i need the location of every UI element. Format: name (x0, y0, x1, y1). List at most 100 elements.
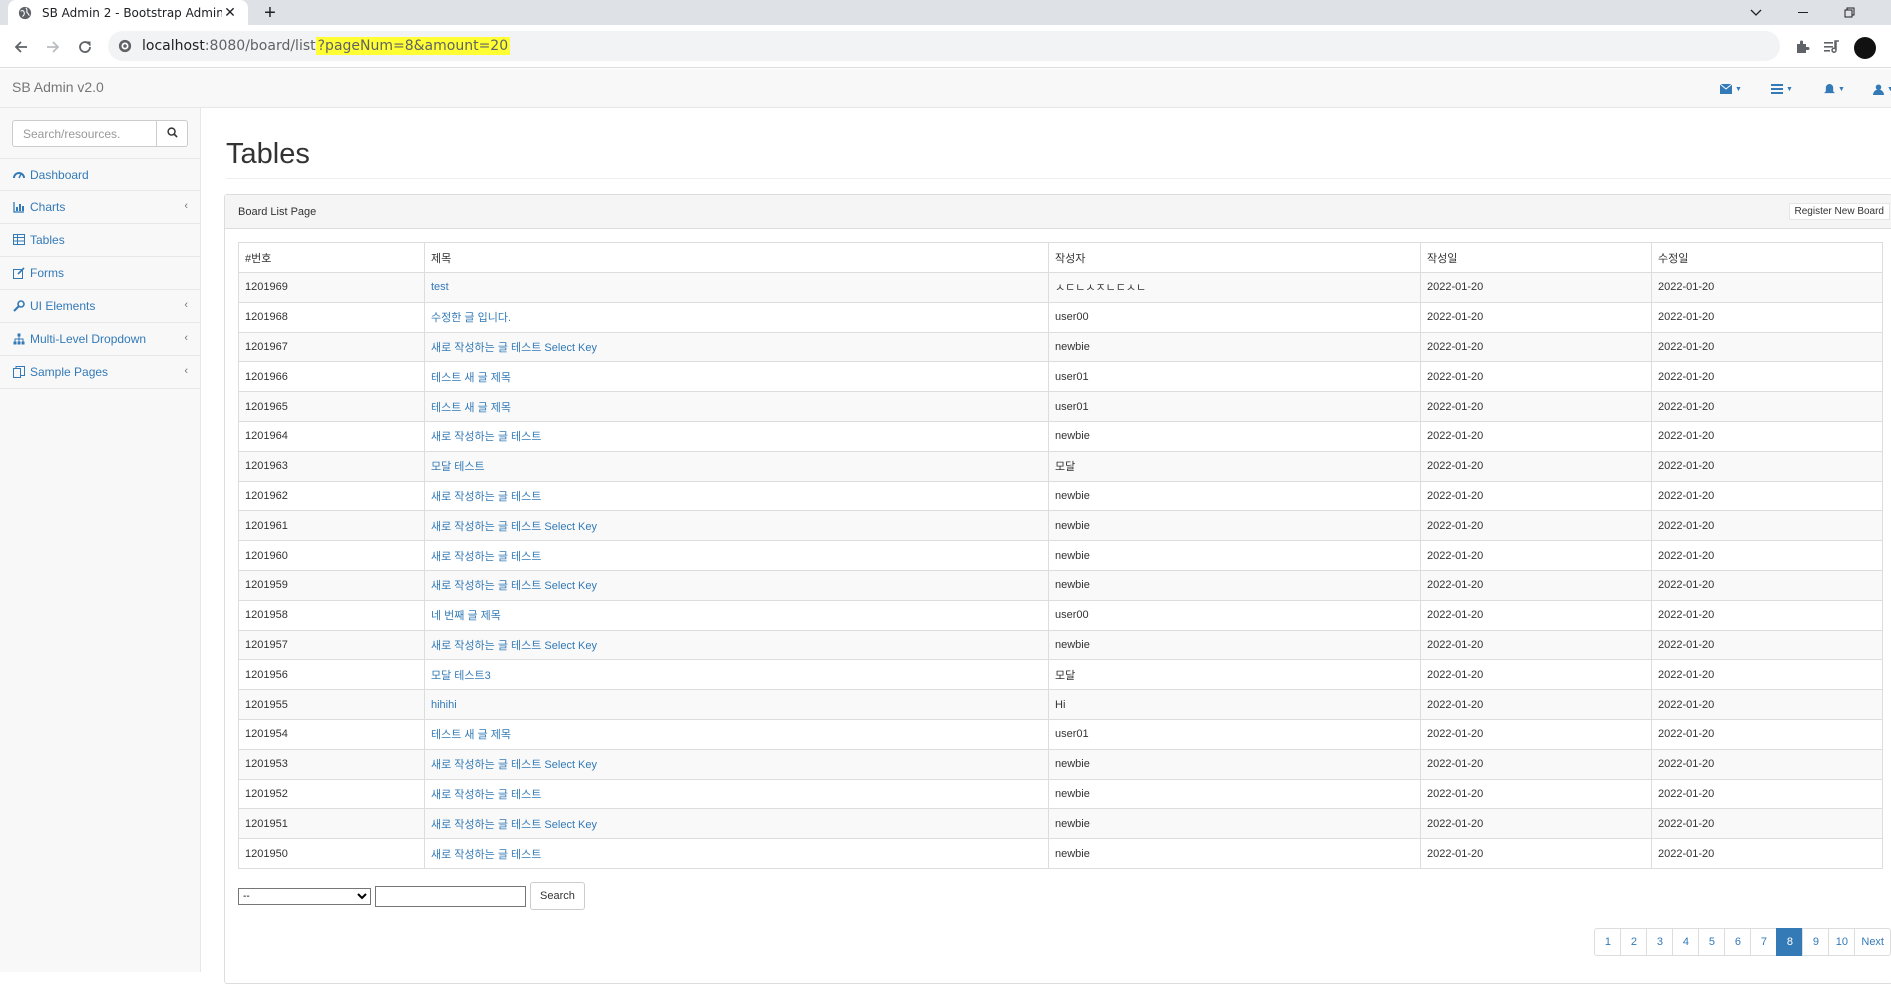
back-icon[interactable] (8, 34, 34, 60)
forward-icon[interactable] (40, 34, 66, 60)
sidebar-item-label: Sample Pages (30, 365, 109, 379)
board-title-link[interactable]: 새로 작성하는 글 테스트 (431, 491, 541, 503)
cell-title: 새로 작성하는 글 테스트 Select Key (424, 331, 1049, 363)
page-link-9[interactable]: 9 (1802, 928, 1830, 956)
cell-regdate: 2022-01-20 (1420, 540, 1652, 571)
cell-title: 새로 작성하는 글 테스트 (424, 480, 1049, 512)
url-host: localhost (142, 38, 205, 54)
search-button[interactable]: Search (530, 882, 585, 910)
board-title-link[interactable]: 새로 작성하는 글 테스트 (431, 789, 541, 801)
cell-title: 새로 작성하는 글 테스트 Select Key (424, 510, 1049, 542)
page-link-5[interactable]: 5 (1698, 928, 1726, 956)
board-title-link[interactable]: 네 번째 글 제목 (431, 610, 501, 622)
alerts-dropdown[interactable]: ▼ (1824, 81, 1845, 97)
cell-regdate: 2022-01-20 (1420, 331, 1652, 363)
navbar-brand[interactable]: SB Admin v2.0 (12, 79, 104, 95)
page-link-10[interactable]: 10 (1828, 928, 1856, 956)
cell-writer: newbie (1048, 540, 1421, 571)
register-new-board-button[interactable]: Register New Board (1788, 203, 1890, 220)
search-keyword-input[interactable] (375, 885, 526, 907)
sidebar-search-button[interactable] (157, 120, 188, 147)
sidebar-item-tables[interactable]: Tables (0, 224, 200, 257)
page-link-7[interactable]: 7 (1750, 928, 1778, 956)
tab-search-chevron-icon[interactable] (1733, 0, 1779, 25)
board-title-link[interactable]: 테스트 새 글 제목 (431, 372, 511, 384)
reload-icon[interactable] (72, 34, 98, 60)
board-title-link[interactable]: 새로 작성하는 글 테스트 Select Key (431, 580, 597, 592)
url-path: :8080/board/list (204, 38, 316, 54)
sidebar-item-multi-level-dropdown[interactable]: Multi-Level Dropdown ‹ (0, 323, 200, 356)
sidebar-item-charts[interactable]: Charts ‹ (0, 191, 200, 224)
table-row: 1201958 네 번째 글 제목 user00 2022-01-20 2022-01-… (238, 599, 1883, 631)
page-next-link[interactable]: Next (1854, 928, 1891, 956)
sidebar-item-forms[interactable]: Forms (0, 257, 200, 290)
cell-updatedate: 2022-01-20 (1651, 361, 1883, 393)
table-row: 1201969 test ㅅㄷㄴㅅㅈㄴㄷㅅㄴ 2022-01-20 2022-01-20 (238, 272, 1883, 303)
table-row: 1201968 수정한 글 입니다. user00 2022-01-20 2022-01… (238, 301, 1883, 333)
board-title-link[interactable]: 새로 작성하는 글 테스트 (431, 551, 541, 563)
profile-avatar[interactable] (1854, 37, 1876, 59)
table-row: 1201957 새로 작성하는 글 테스트 Select Key newbie 202… (238, 629, 1883, 661)
board-title-link[interactable]: 새로 작성하는 글 테스트 Select Key (431, 640, 597, 652)
media-control-icon[interactable] (1822, 37, 1842, 57)
cell-bno: 1201956 (238, 659, 425, 691)
page-link-6[interactable]: 6 (1724, 928, 1752, 956)
cell-regdate: 2022-01-20 (1420, 718, 1652, 750)
cell-title: 새로 작성하는 글 테스트 (424, 420, 1049, 452)
cell-regdate: 2022-01-20 (1420, 420, 1652, 452)
cell-title: 새로 작성하는 글 테스트 Select Key (424, 748, 1049, 780)
board-title-link[interactable]: 테스트 새 글 제목 (431, 402, 511, 414)
page-link-3[interactable]: 3 (1646, 928, 1674, 956)
cell-updatedate: 2022-01-20 (1651, 629, 1883, 661)
sidebar-item-label: Dashboard (30, 167, 89, 182)
sidebar-item-dashboard[interactable]: Dashboard (0, 158, 200, 191)
cell-regdate: 2022-01-20 (1420, 748, 1652, 780)
page-link-2[interactable]: 2 (1620, 928, 1648, 956)
sidebar-item-ui-elements[interactable]: UI Elements ‹ (0, 290, 200, 323)
new-tab-icon[interactable]: + (258, 1, 282, 25)
board-title-link[interactable]: hihihi (431, 699, 457, 711)
page-link-4[interactable]: 4 (1672, 928, 1700, 956)
sidebar-search-input[interactable] (12, 120, 157, 147)
extensions-icon[interactable] (1792, 37, 1812, 57)
minimize-icon[interactable] (1781, 0, 1827, 25)
column-header-title: 제목 (424, 242, 1049, 273)
board-title-link[interactable]: 새로 작성하는 글 테스트 Select Key (431, 759, 597, 771)
cell-writer: newbie (1048, 331, 1421, 363)
board-title-link[interactable]: 모달 테스트 (431, 461, 485, 473)
board-title-link[interactable]: 새로 작성하는 글 테스트 (431, 849, 541, 861)
cell-bno: 1201969 (238, 272, 425, 303)
board-panel: Board List Page Register New Board #번호 제… (224, 194, 1891, 984)
cell-title: 새로 작성하는 글 테스트 Select Key (424, 808, 1049, 840)
page-link-1[interactable]: 1 (1594, 928, 1622, 956)
board-title-link[interactable]: 수정한 글 입니다. (431, 312, 511, 324)
board-title-link[interactable]: 모달 테스트3 (431, 670, 491, 682)
cell-regdate: 2022-01-20 (1420, 361, 1652, 393)
page-link-8-active[interactable]: 8 (1776, 928, 1804, 956)
table-row: 1201951 새로 작성하는 글 테스트 Select Key newbie 202… (238, 808, 1883, 840)
wrench-icon (13, 300, 25, 312)
browser-tab[interactable]: SB Admin 2 - Bootstrap Admin ✕ (8, 0, 248, 25)
cell-regdate: 2022-01-20 (1420, 808, 1652, 840)
messages-dropdown[interactable]: ▼ (1720, 81, 1742, 97)
cell-writer: newbie (1048, 569, 1421, 601)
cell-updatedate: 2022-01-20 (1651, 391, 1883, 422)
board-title-link[interactable]: 새로 작성하는 글 테스트 Select Key (431, 342, 597, 354)
cell-updatedate: 2022-01-20 (1651, 778, 1883, 810)
board-title-link[interactable]: 테스트 새 글 제목 (431, 729, 511, 741)
board-title-link[interactable]: test (431, 281, 449, 293)
tasks-dropdown[interactable]: ▼ (1771, 81, 1793, 97)
close-tab-icon[interactable]: ✕ (222, 5, 238, 21)
address-bar[interactable]: localhost:8080/board/list ?pageNum=8&amou… (108, 31, 1780, 61)
search-type-select[interactable]: -- (238, 887, 371, 905)
site-info-icon[interactable] (118, 39, 132, 53)
cell-title: 테스트 새 글 제목 (424, 718, 1049, 750)
cell-bno: 1201953 (238, 748, 425, 780)
board-title-link[interactable]: 새로 작성하는 글 테스트 Select Key (431, 521, 597, 533)
restore-icon[interactable] (1827, 0, 1873, 25)
board-title-link[interactable]: 새로 작성하는 글 테스트 Select Key (431, 819, 597, 831)
sidebar-item-sample-pages[interactable]: Sample Pages ‹ (0, 356, 200, 389)
user-dropdown[interactable]: ▼ (1873, 81, 1891, 97)
cell-bno: 1201959 (238, 569, 425, 601)
board-title-link[interactable]: 새로 작성하는 글 테스트 (431, 431, 541, 443)
